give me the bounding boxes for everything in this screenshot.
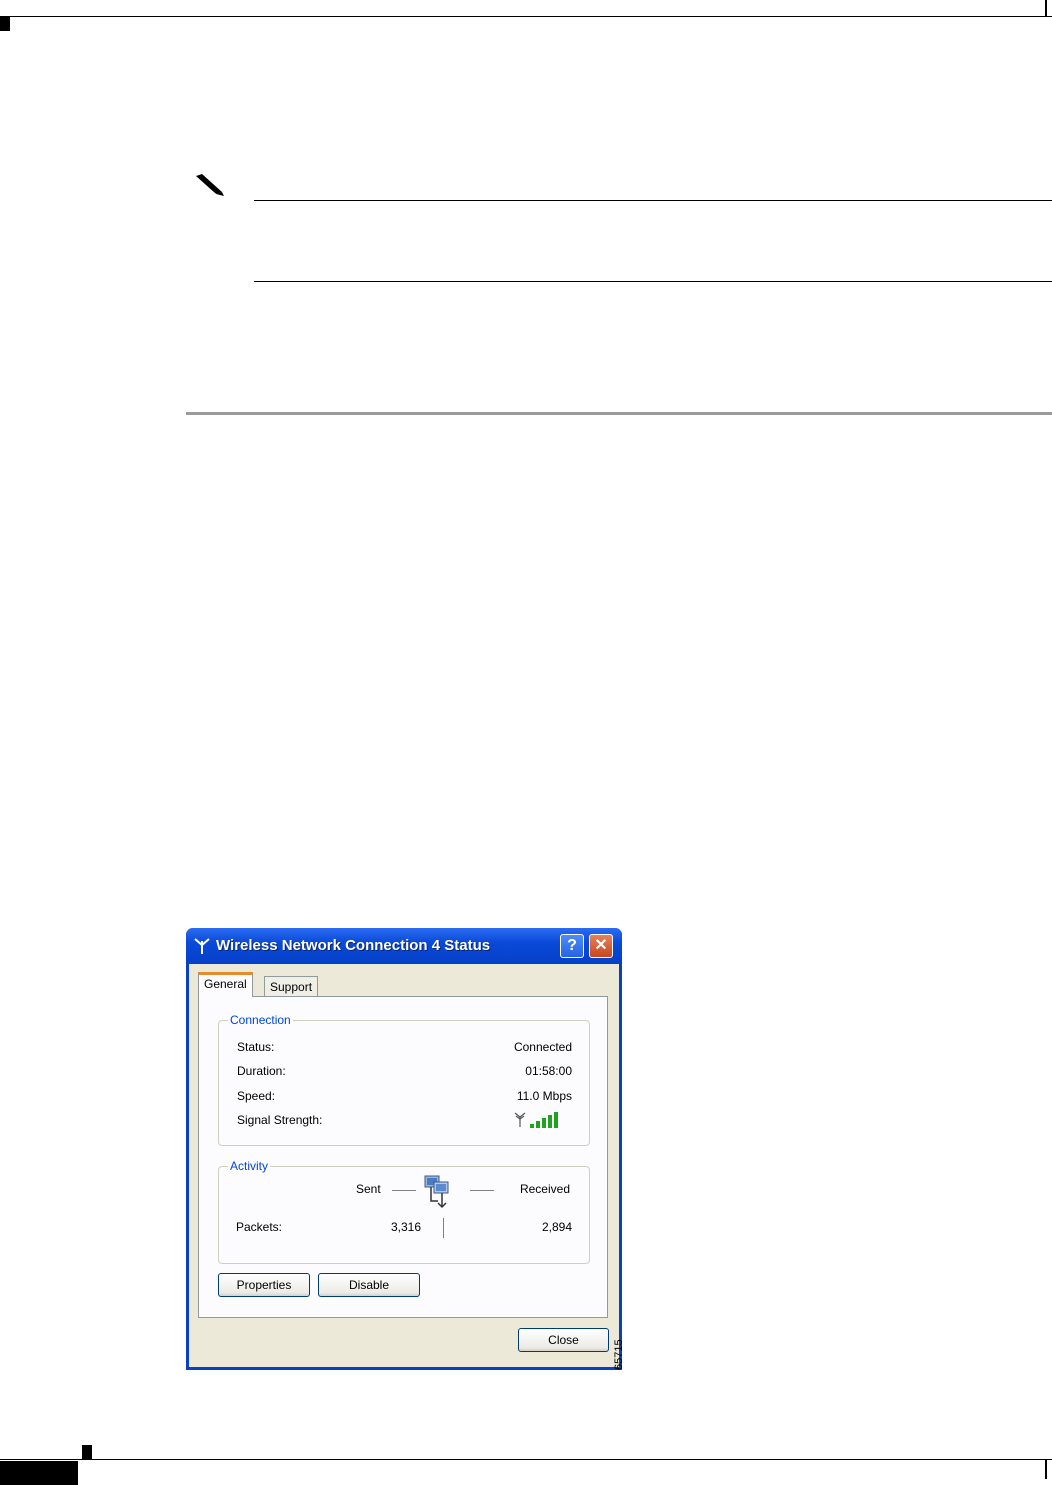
- tab-panel-general: Connection Status: Connected Duration: 0…: [198, 996, 608, 1318]
- section-rule: [186, 412, 1052, 415]
- close-button[interactable]: Close: [518, 1328, 609, 1352]
- signal-strength-icon: [514, 1112, 558, 1128]
- note-rule-bottom: [254, 281, 1052, 282]
- packets-divider: [443, 1218, 444, 1238]
- signal-strength-label: Signal Strength:: [237, 1113, 323, 1127]
- footer-marker: [82, 1445, 92, 1459]
- speed-value: 11.0 Mbps: [516, 1089, 572, 1103]
- connection-group: Connection Status: Connected Duration: 0…: [218, 1013, 590, 1146]
- signal-bar: [548, 1115, 552, 1128]
- duration-label: Duration:: [237, 1064, 286, 1078]
- note-rule-top: [254, 200, 1052, 201]
- status-dialog: Wireless Network Connection 4 Status ? ✕…: [186, 928, 622, 1370]
- packets-sent-value: 3,316: [390, 1220, 421, 1234]
- connection-legend: Connection: [228, 1013, 293, 1027]
- properties-button[interactable]: Properties: [218, 1273, 310, 1297]
- status-label: Status:: [237, 1040, 275, 1054]
- received-label: Received: [519, 1182, 570, 1196]
- signal-bar: [530, 1124, 534, 1128]
- footer-tick: [1045, 1459, 1047, 1479]
- tab-support[interactable]: Support: [264, 976, 319, 998]
- signal-bar: [554, 1112, 558, 1128]
- packets-label: Packets:: [236, 1220, 283, 1234]
- activity-legend: Activity: [228, 1159, 271, 1173]
- duration-value: 01:58:00: [525, 1064, 572, 1078]
- packets-received-value: 2,894: [541, 1220, 572, 1234]
- page-number-tab: [0, 1461, 78, 1485]
- header-rule: [0, 16, 1052, 17]
- antenna-icon: [194, 938, 210, 954]
- signal-bar: [536, 1121, 540, 1128]
- title-bar[interactable]: Wireless Network Connection 4 Status ? ✕: [186, 928, 622, 964]
- dialog-client-area: General Support Connection Status: Conne…: [189, 964, 619, 1367]
- signal-bar: [542, 1118, 546, 1128]
- title-close-button[interactable]: ✕: [589, 934, 613, 958]
- dialog-title: Wireless Network Connection 4 Status: [216, 937, 491, 954]
- help-button[interactable]: ?: [560, 934, 584, 958]
- network-computers-icon: [424, 1175, 449, 1209]
- tab-general[interactable]: General: [198, 972, 253, 997]
- sent-label: Sent: [356, 1182, 381, 1196]
- status-value: Connected: [513, 1040, 572, 1054]
- sent-line: [392, 1190, 416, 1191]
- activity-group: Activity Sent Received Packets: 3,316 2,…: [218, 1159, 590, 1264]
- received-line: [470, 1190, 494, 1191]
- header-marker: [0, 17, 10, 31]
- note-pencil-icon: [196, 174, 224, 197]
- figure-number: 65715: [613, 1339, 625, 1370]
- header-tick: [1045, 0, 1047, 17]
- disable-button[interactable]: Disable: [318, 1273, 420, 1297]
- speed-label: Speed:: [237, 1089, 276, 1103]
- footer-rule: [0, 1459, 1052, 1460]
